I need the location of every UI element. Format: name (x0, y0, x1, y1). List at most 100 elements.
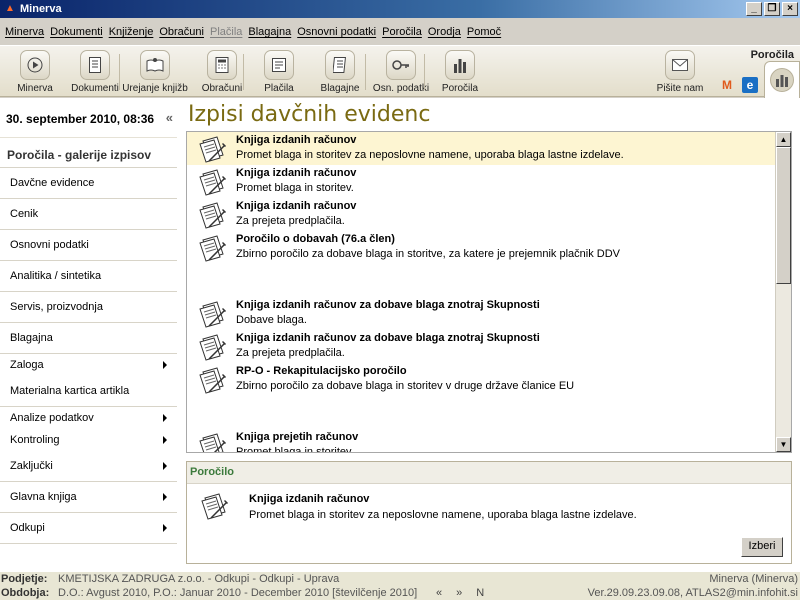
report-detail-panel: Poročilo Knjiga izdanih računov Promet b… (186, 461, 792, 564)
report-description: Za prejeta predplačila. (236, 347, 345, 359)
scroll-down-button[interactable]: ▼ (776, 437, 791, 452)
menu-item[interactable]: Obračuni (156, 26, 207, 38)
section-label: Poročila (750, 49, 794, 61)
report-list-item[interactable]: Knjiga izdanih računov za dobave blaga z… (187, 330, 776, 363)
tab-reports[interactable] (764, 61, 800, 98)
report-description: Za prejeta predplačila. (236, 215, 345, 227)
play-icon (20, 50, 50, 80)
submenu-arrow-icon (163, 414, 167, 422)
sidebar-item[interactable]: Zaloga (0, 354, 177, 376)
report-description: Zbirno poročilo za dobave blaga in stori… (236, 380, 575, 392)
company-label: Podjetje: (1, 573, 48, 585)
sidebar-item[interactable]: Odkupi (0, 513, 177, 544)
report-title: Knjiga prejetih računov (236, 431, 359, 443)
period-nav-button[interactable]: « (436, 587, 442, 599)
menu-item[interactable]: Orodja (425, 26, 464, 38)
calculator-icon (207, 50, 237, 80)
menu-item[interactable]: Poročila (379, 26, 425, 38)
menu-item[interactable]: Plačila (207, 26, 245, 38)
toolbar-button-8[interactable]: Poročila (425, 48, 495, 96)
key-icon (386, 50, 416, 80)
report-list-item[interactable]: Knjiga izdanih računov Promet blaga in st… (187, 165, 776, 198)
period-nav-button[interactable]: N (476, 587, 484, 599)
sidebar-item[interactable]: Materialna kartica artikla (0, 376, 177, 407)
sidebar-item[interactable]: Blagajna (0, 323, 177, 354)
toolbar-separator (243, 54, 244, 90)
period-label: Obdobja: (1, 587, 50, 599)
report-title: Knjiga izdanih računov za dobave blaga z… (236, 299, 540, 311)
report-document-icon (197, 234, 227, 262)
report-list[interactable]: Knjiga izdanih računov Promet blaga in st… (186, 131, 792, 453)
menu-item[interactable]: Dokumenti (47, 26, 106, 38)
report-description: Promet blaga in storitev. (236, 182, 354, 194)
report-description: Dobave blaga. (236, 314, 307, 326)
period-value: D.O.: Avgust 2010, P.O.: Januar 2010 - D… (58, 587, 418, 599)
period-nav-button[interactable]: » (456, 587, 462, 599)
sidebar-item[interactable]: Davčne evidence (0, 168, 177, 199)
mail-icon (665, 50, 695, 80)
minimize-button[interactable]: _ (746, 2, 762, 16)
report-document-icon (197, 168, 227, 196)
sidebar-item-label: Zaključki (10, 460, 53, 472)
app-icon: ▲ (5, 3, 15, 14)
report-list-item[interactable]: RP-O - Rekapitulacijsko poročilo Zbirno p… (187, 363, 776, 396)
bar-chart-icon (445, 50, 475, 80)
sidebar-item[interactable]: Analitika / sintetika (0, 261, 177, 292)
page-title: Izpisi davčnih evidenc (188, 102, 431, 127)
sidebar-item[interactable]: Kontroling (0, 429, 177, 451)
report-list-item[interactable]: Knjiga izdanih računov Za prejeta predpla… (187, 198, 776, 231)
payment-icon (264, 50, 294, 80)
sidebar-item[interactable]: Analize podatkov (0, 407, 177, 429)
report-document-icon (197, 201, 227, 229)
report-list-item[interactable]: Knjiga izdanih računov za dobave blaga z… (187, 297, 776, 330)
sidebar-item[interactable]: Zaključki (0, 451, 177, 482)
report-document-icon (197, 333, 227, 361)
close-button[interactable]: × (782, 2, 798, 16)
report-title: Knjiga izdanih računov (236, 167, 357, 179)
collapse-sidebar-button[interactable]: « (166, 110, 173, 125)
toolbar-mail-label: Pišite nam (656, 83, 704, 94)
sidebar-item-label: Analize podatkov (10, 412, 94, 424)
sidebar-item[interactable]: Cenik (0, 199, 177, 230)
chart-icon (770, 68, 794, 92)
report-title: Poročilo o dobavah (76.a člen) (236, 233, 395, 245)
sidebar-item[interactable]: Glavna knjiga (0, 482, 177, 513)
menu-item[interactable]: Blagajna (245, 26, 294, 38)
menu-item[interactable]: Osnovni podatki (294, 26, 379, 38)
e-icon[interactable]: e (742, 77, 758, 93)
report-title: Knjiga izdanih računov za dobave blaga z… (236, 332, 540, 344)
report-document-icon (199, 492, 229, 520)
sidebar-item-label: Kontroling (10, 434, 60, 446)
sidebar-item-label: Blagajna (10, 332, 53, 344)
menu-item[interactable]: Minerva (2, 26, 47, 38)
submenu-arrow-icon (163, 493, 167, 501)
report-list-item[interactable]: Knjiga izdanih računov Promet blaga in st… (187, 132, 776, 165)
scroll-thumb[interactable] (776, 147, 791, 284)
select-button[interactable]: Izberi (741, 537, 783, 557)
toolbar-button-label: Poročila (441, 83, 479, 94)
list-scrollbar[interactable]: ▲ ▼ (775, 132, 791, 452)
sidebar-item-label: Servis, proizvodnja (10, 301, 103, 313)
restore-button[interactable]: ❐ (764, 2, 780, 16)
toolbar-button-3[interactable]: Urejanje knjižb (120, 48, 190, 96)
menu-item[interactable]: Pomoč (464, 26, 504, 38)
book-edit-icon (140, 50, 170, 80)
sidebar-item[interactable]: Servis, proizvodnja (0, 292, 177, 323)
detail-title: Knjiga izdanih računov (249, 493, 370, 505)
sidebar-item[interactable]: Osnovni podatki (0, 230, 177, 261)
report-list-item[interactable]: Poročilo o dobavah (76.a člen) Zbirno por… (187, 231, 776, 264)
title-bar: ▲ Minerva _ ❐ × (0, 0, 800, 18)
magento-icon[interactable]: M (719, 77, 735, 93)
toolbar-button-5[interactable]: Plačila (244, 48, 314, 96)
report-title: RP-O - Rekapitulacijsko poročilo (236, 365, 407, 377)
toolbar-separator (365, 54, 366, 90)
scroll-up-button[interactable]: ▲ (776, 132, 791, 147)
menu-item[interactable]: Knjiženje (106, 26, 157, 38)
report-list-item[interactable]: Knjiga prejetih računov Promet blaga in s… (187, 429, 776, 453)
toolbar-mail-button[interactable]: Pišite nam (645, 48, 715, 96)
toolbar-separator (119, 54, 120, 90)
period-navigation: « » N (436, 587, 484, 599)
report-description: Promet blaga in storitev (236, 446, 352, 453)
submenu-arrow-icon (163, 436, 167, 444)
report-title: Knjiga izdanih računov (236, 200, 357, 212)
